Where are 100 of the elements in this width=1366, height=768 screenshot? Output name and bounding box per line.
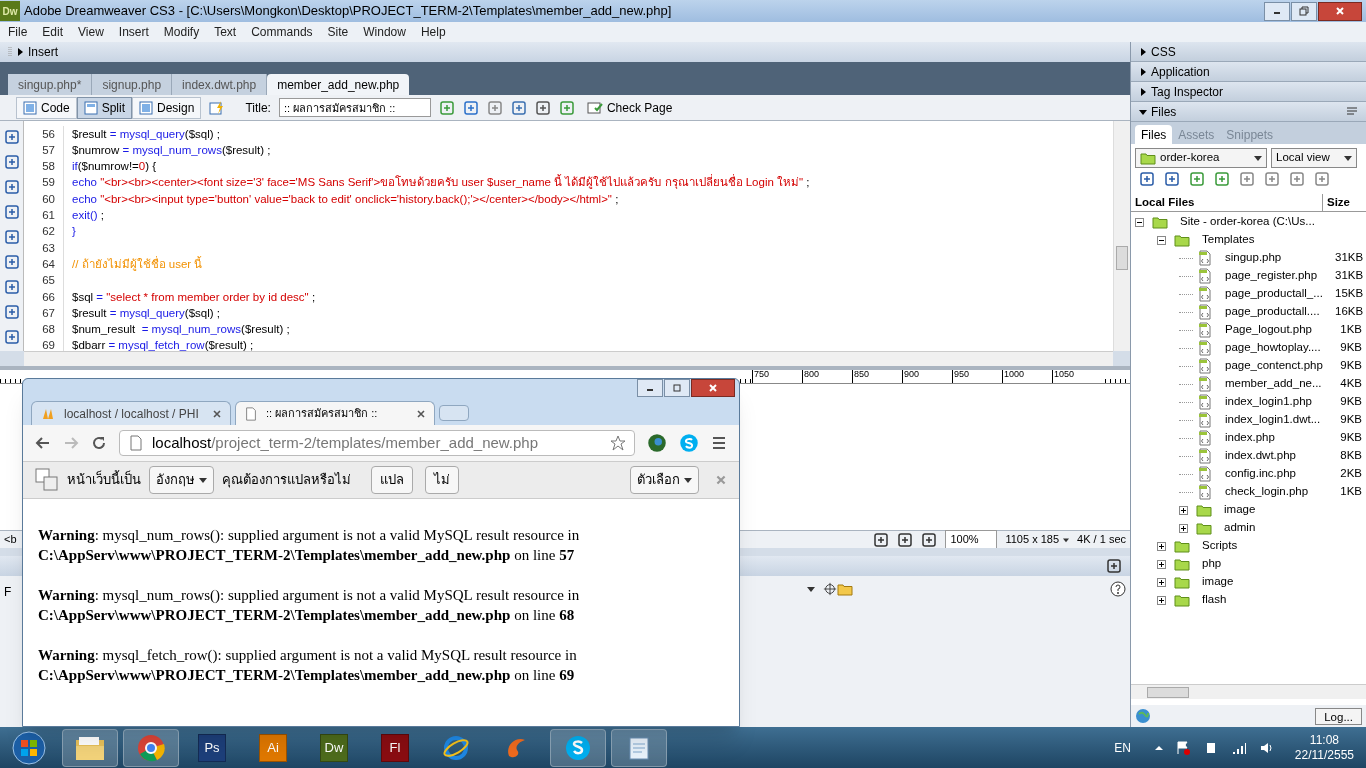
view-button[interactable]: Split: [76, 96, 133, 119]
folder-name[interactable]: image: [1224, 501, 1256, 519]
language-indicator[interactable]: EN: [1114, 738, 1131, 757]
menu-item[interactable]: Text: [214, 23, 237, 41]
file-name[interactable]: check_login.php: [1225, 483, 1335, 501]
menu-item[interactable]: Edit: [42, 23, 64, 41]
file-name[interactable]: page_register.php: [1225, 267, 1335, 285]
file-name[interactable]: index.dwt.php: [1225, 447, 1335, 465]
document-tab[interactable]: member_add_new.php: [267, 74, 410, 95]
expand-toggle[interactable]: [1179, 523, 1188, 533]
file-name[interactable]: index.php: [1225, 429, 1335, 447]
close-icon[interactable]: [416, 408, 426, 419]
log-button[interactable]: Log...: [1315, 707, 1362, 725]
folder-name[interactable]: image: [1202, 573, 1234, 591]
zoom-dropdown[interactable]: 100%: [945, 530, 998, 549]
decline-button[interactable]: ไม่: [425, 466, 459, 494]
tab-title: :: ผลการสมัครสมาชิก ::: [266, 406, 378, 422]
file-name[interactable]: page_productall_...: [1225, 285, 1335, 303]
horizontal-scrollbar[interactable]: [1131, 684, 1366, 699]
document-tab[interactable]: singup.php*: [8, 74, 93, 95]
file-name[interactable]: config.inc.php: [1225, 465, 1335, 483]
app-tile[interactable]: Ps: [198, 733, 226, 762]
check-page-button[interactable]: Check Page: [582, 98, 677, 117]
file-name[interactable]: page_productall....: [1225, 303, 1335, 321]
folder-name[interactable]: Templates: [1202, 231, 1255, 249]
address-bar[interactable]: localhost/project_term-2/templates/member_add_new.php: [119, 430, 635, 456]
view-dropdown[interactable]: Local view: [1271, 148, 1357, 168]
folder-name[interactable]: php: [1202, 555, 1222, 573]
line-number: 56: [24, 125, 64, 143]
menu-icon[interactable]: [711, 435, 727, 451]
view-button[interactable]: Code: [16, 96, 77, 119]
file-name[interactable]: singup.php: [1225, 249, 1335, 267]
document-tab[interactable]: signup.php: [92, 74, 173, 95]
menu-item[interactable]: Commands: [251, 23, 313, 41]
browser-tab[interactable]: localhost / localhost / PHI: [31, 401, 231, 425]
translate-button[interactable]: แปล: [371, 466, 413, 494]
folder-icon[interactable]: [837, 582, 854, 596]
expand-toggle[interactable]: [1179, 505, 1188, 515]
column-header[interactable]: Size: [1322, 193, 1366, 212]
language-dropdown[interactable]: อังกฤษ: [149, 466, 214, 494]
file-name[interactable]: page_howtoplay....: [1225, 339, 1335, 357]
browser-tab[interactable]: :: ผลการสมัครสมาชิก ::: [235, 401, 435, 425]
folder-name[interactable]: flash: [1202, 591, 1227, 609]
tag-selector[interactable]: <b: [4, 531, 17, 548]
minimize-button[interactable]: [1264, 1, 1290, 21]
menu-item[interactable]: Modify: [163, 23, 200, 41]
folder-name[interactable]: Site - order-korea (C:\Us...: [1180, 213, 1315, 231]
title-field[interactable]: :: ผลการสมัครสมาชิก ::: [278, 98, 431, 117]
column-header[interactable]: Local Files: [1131, 193, 1322, 212]
menu-item[interactable]: Help: [420, 23, 446, 41]
view-button[interactable]: Design: [132, 96, 202, 119]
expand-toggle[interactable]: [1157, 559, 1166, 569]
close-button[interactable]: [1318, 1, 1362, 21]
menu-item[interactable]: Site: [327, 23, 349, 41]
file-name[interactable]: Page_logout.php: [1225, 321, 1335, 339]
app-tile[interactable]: Fl: [381, 733, 409, 762]
horizontal-scrollbar[interactable]: [24, 351, 1113, 366]
vertical-scrollbar[interactable]: [1113, 121, 1130, 351]
folder-icon: [1196, 503, 1212, 517]
panel-tab[interactable]: Files: [1135, 125, 1173, 144]
collapse-toggle[interactable]: [1135, 217, 1144, 227]
window-size-dropdown[interactable]: 1105 x 185: [1005, 531, 1070, 548]
globe-extension-icon[interactable]: [647, 433, 667, 453]
folder-name[interactable]: Scripts: [1202, 537, 1238, 555]
star-icon[interactable]: [610, 435, 626, 451]
file-name[interactable]: index_login1.dwt...: [1225, 411, 1335, 429]
close-button[interactable]: [691, 379, 735, 397]
menu-item[interactable]: Insert: [118, 23, 149, 41]
flag-icon: [1174, 739, 1191, 756]
menu-item[interactable]: View: [78, 23, 104, 41]
insert-bar[interactable]: Insert: [0, 42, 1130, 62]
minimize-button[interactable]: [637, 379, 663, 397]
file-name[interactable]: member_add_ne...: [1225, 375, 1335, 393]
clock-time[interactable]: 11:08: [1309, 732, 1339, 748]
grip-icon[interactable]: [8, 46, 12, 58]
options-dropdown[interactable]: ตัวเลือก: [630, 466, 699, 494]
panel-header[interactable]: Application: [1131, 62, 1366, 82]
expand-toggle[interactable]: [1157, 577, 1166, 587]
restore-button[interactable]: [1291, 1, 1317, 21]
document-tab[interactable]: index.dwt.php: [172, 74, 268, 95]
panel-header[interactable]: CSS: [1131, 42, 1366, 62]
php-file-icon: [1197, 394, 1213, 410]
folder-icon: [1196, 521, 1212, 535]
file-name[interactable]: index_login1.php: [1225, 393, 1335, 411]
panel-header[interactable]: Files: [1131, 102, 1366, 122]
panel-header[interactable]: Tag Inspector: [1131, 82, 1366, 102]
collapse-toggle[interactable]: [1157, 235, 1166, 245]
menu-item[interactable]: Window: [363, 23, 406, 41]
target-icon[interactable]: [823, 582, 838, 596]
close-icon[interactable]: [212, 408, 222, 419]
expand-toggle[interactable]: [1157, 595, 1166, 605]
file-name[interactable]: page_contenct.php: [1225, 357, 1335, 375]
code-line: }: [71, 224, 76, 240]
menu-item[interactable]: File: [8, 23, 28, 41]
folder-name[interactable]: admin: [1224, 519, 1256, 537]
expand-toggle[interactable]: [1157, 541, 1166, 551]
help-icon[interactable]: [1110, 581, 1126, 597]
app-tile[interactable]: Dw: [320, 733, 348, 762]
site-dropdown[interactable]: order-korea: [1135, 148, 1267, 168]
clock-date[interactable]: 22/11/2555: [1294, 747, 1354, 763]
